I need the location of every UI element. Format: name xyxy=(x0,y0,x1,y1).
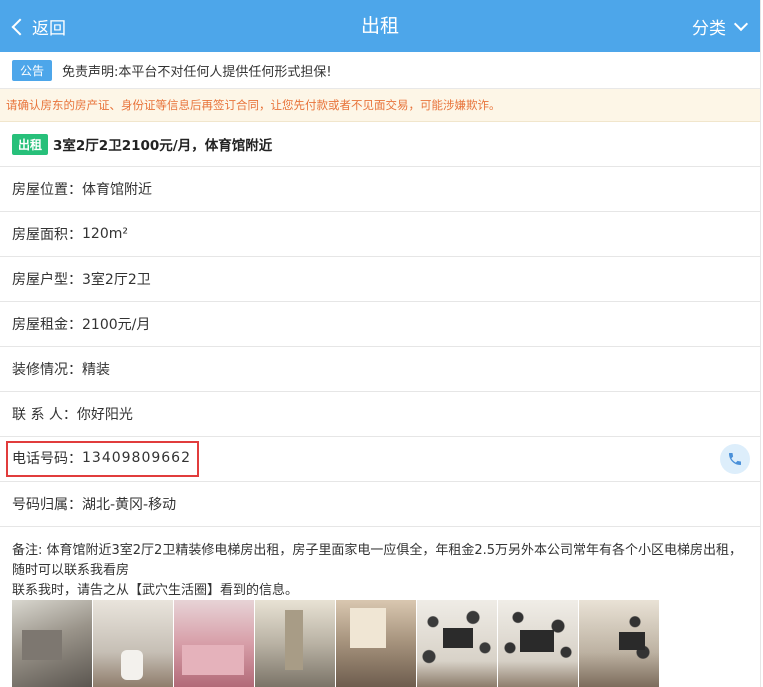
page-title: 出租 xyxy=(360,15,399,37)
notice-bar: 公告 免责声明:本平台不对任何人提供任何形式担保! xyxy=(0,52,760,89)
photo-thumbnail[interactable] xyxy=(579,600,659,687)
detail-row-layout: 房屋户型： 3室2厅2卫 xyxy=(0,257,760,302)
photo-thumbnail[interactable] xyxy=(336,600,416,687)
photo-thumbnail[interactable] xyxy=(417,600,497,687)
detail-value: 你好阳光 xyxy=(76,407,133,423)
listing-heading: 出租 3室2厅2卫2100元/月，体育馆附近 xyxy=(0,122,760,167)
header-bar: 返回 出租 分类 xyxy=(0,0,760,52)
listing-notes: 备注: 体育馆附近3室2厅2卫精装修电梯房出租，房子里面家电一应俱全，年租金2.… xyxy=(0,527,760,601)
photo-thumbnail[interactable] xyxy=(255,600,335,687)
rent-badge: 出租 xyxy=(12,133,49,155)
photo-thumbnail[interactable] xyxy=(174,600,254,687)
notes-text: 备注: 体育馆附近3室2厅2卫精装修电梯房出租，房子里面家电一应俱全，年租金2.… xyxy=(12,543,743,578)
detail-label: 号码归属： xyxy=(12,497,82,513)
fraud-warning: 请确认房东的房产证、身份证等信息后再签订合同，让您先付款或者不见面交易，可能涉嫌… xyxy=(0,89,760,122)
photo-thumbnail[interactable] xyxy=(498,600,578,687)
photo-thumbnail[interactable] xyxy=(93,600,173,687)
notice-badge: 公告 xyxy=(12,59,53,81)
detail-label: 房屋租金： xyxy=(12,317,82,333)
category-button[interactable]: 分类 xyxy=(692,0,749,52)
detail-value: 2100元/月 xyxy=(82,317,151,333)
listing-title: 3室2厅2卫2100元/月，体育馆附近 xyxy=(53,138,273,154)
notice-text: 免责声明:本平台不对任何人提供任何形式担保! xyxy=(62,64,332,80)
photo-strip xyxy=(12,600,660,687)
category-label: 分类 xyxy=(692,18,726,39)
photo-thumbnail[interactable] xyxy=(12,600,92,687)
chevron-down-icon xyxy=(733,16,749,31)
page: 返回 出租 分类 公告 免责声明:本平台不对任何人提供任何形式担保! 请确认房东… xyxy=(0,0,761,687)
detail-value: 120m² xyxy=(82,226,128,242)
detail-label: 电话号码： xyxy=(12,451,82,467)
detail-label: 房屋面积： xyxy=(12,227,82,243)
detail-label: 房屋位置： xyxy=(12,182,82,198)
detail-row-decoration: 装修情况： 精装 xyxy=(0,347,760,392)
detail-row-carrier: 号码归属： 湖北-黄冈-移动 xyxy=(0,482,760,527)
detail-value: 体育馆附近 xyxy=(82,182,152,198)
detail-label: 联 系 人： xyxy=(12,407,77,423)
detail-value: 精装 xyxy=(82,362,110,378)
detail-label: 装修情况： xyxy=(12,362,82,378)
detail-label: 房屋户型： xyxy=(12,272,82,288)
phone-icon xyxy=(729,453,741,465)
phone-number[interactable]: 13409809662 xyxy=(82,450,191,466)
notes-source: 联系我时，请告之从【武穴生活圈】看到的信息。 xyxy=(12,583,299,598)
detail-value: 湖北-黄冈-移动 xyxy=(82,497,177,513)
detail-row-contact: 联 系 人： 你好阳光 xyxy=(0,392,760,437)
call-button[interactable] xyxy=(720,444,750,474)
detail-value: 3室2厅2卫 xyxy=(82,272,151,288)
detail-row-rent: 房屋租金： 2100元/月 xyxy=(0,302,760,347)
phone-highlight: 电话号码： 13409809662 xyxy=(6,441,199,477)
detail-row-area: 房屋面积： 120m² xyxy=(0,212,760,257)
detail-row-phone: 电话号码： 13409809662 xyxy=(0,437,760,482)
detail-row-location: 房屋位置： 体育馆附近 xyxy=(0,167,760,212)
